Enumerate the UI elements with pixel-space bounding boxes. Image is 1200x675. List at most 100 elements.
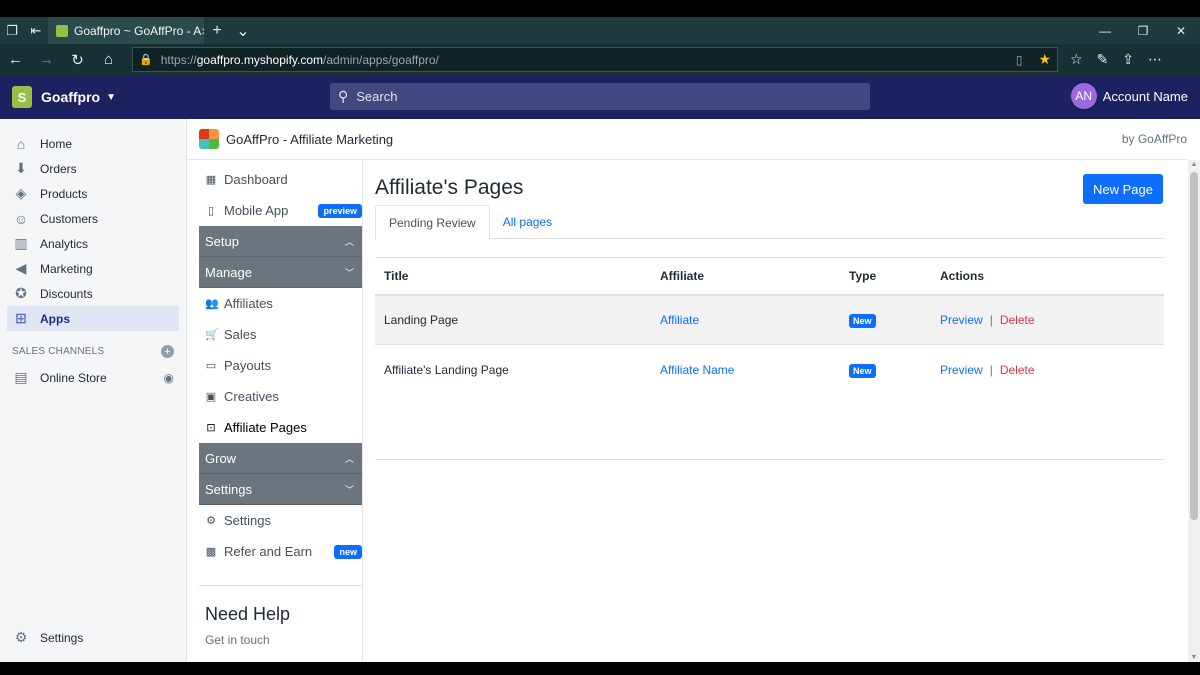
shopify-favicon-icon xyxy=(56,24,68,37)
reading-view-icon[interactable]: ▯ xyxy=(1016,53,1023,67)
affiliate-link[interactable]: Affiliate xyxy=(660,313,699,327)
main-content: Affiliate's Pages New Page Pending Revie… xyxy=(362,160,1188,662)
address-bar[interactable]: 🔒 https:// goaffpro.myshopify.com /admin… xyxy=(132,47,1058,72)
app-nav-payouts[interactable]: ▭ Payouts xyxy=(199,350,362,381)
new-page-button[interactable]: New Page xyxy=(1083,174,1163,204)
sidebar-item-marketing[interactable]: ◀ Marketing xyxy=(0,256,186,281)
scroll-up-icon[interactable]: ▲ xyxy=(1188,161,1200,168)
column-header-title: Title xyxy=(384,269,409,283)
favorites-list-icon[interactable]: ☆ xyxy=(1070,51,1083,68)
page-tabs: Pending Review All pages xyxy=(375,205,1164,240)
group-label: Settings xyxy=(205,481,252,497)
search-input[interactable]: ⚲ Search xyxy=(330,83,870,110)
app-nav-group-manage[interactable]: Manage ﹀ xyxy=(199,257,362,288)
tab-all-pages[interactable]: All pages xyxy=(490,205,565,239)
scrollbar-thumb[interactable] xyxy=(1190,172,1198,520)
browser-tab-strip: ❐ ⇤ Goaffpro ~ GoAffPro - A × + ⌄ — ❐ ✕ xyxy=(0,17,1200,44)
tab-pending-review[interactable]: Pending Review xyxy=(375,205,490,240)
app-nav-affiliate-pages[interactable]: ⊡ Affiliate Pages xyxy=(199,412,362,443)
delete-link[interactable]: Delete xyxy=(1000,363,1035,377)
delete-link[interactable]: Delete xyxy=(1000,313,1035,327)
home-browser-icon[interactable]: ⌂ xyxy=(93,51,124,68)
app-nav-affiliates[interactable]: 👥 Affiliates xyxy=(199,288,362,319)
set-aside-tabs-icon[interactable]: ⇤ xyxy=(24,17,48,44)
url-scheme: https:// xyxy=(160,52,197,67)
sidebar-item-label: Products xyxy=(40,186,88,201)
favorite-star-icon[interactable]: ★ xyxy=(1038,51,1051,68)
app-header-right-strip xyxy=(1188,119,1200,160)
add-channel-icon[interactable]: + xyxy=(161,345,174,358)
cart-icon: 🛒 xyxy=(205,329,219,341)
help-title: Need Help xyxy=(205,604,291,624)
forward-icon[interactable]: → xyxy=(31,51,62,68)
app-nav-group-grow[interactable]: Grow ︿ xyxy=(199,443,362,474)
app-nav-group-settings[interactable]: Settings ﹀ xyxy=(199,474,362,505)
pages-table: Title Affiliate Type Actions Landing Pag… xyxy=(375,257,1164,394)
sidebar-item-label: Settings xyxy=(40,630,84,645)
back-icon[interactable]: ← xyxy=(0,51,31,68)
chevron-down-icon: ﹀ xyxy=(344,484,354,495)
chevron-up-icon: ︿ xyxy=(344,236,354,247)
preview-link[interactable]: Preview xyxy=(940,313,983,327)
preview-link[interactable]: Preview xyxy=(940,363,983,377)
browser-tab[interactable]: Goaffpro ~ GoAffPro - A × xyxy=(48,17,204,44)
sidebar-item-apps[interactable]: ⊞ Apps xyxy=(7,306,179,331)
vertical-scrollbar[interactable]: ▲ ▼ xyxy=(1188,160,1200,662)
sidebar-item-home[interactable]: ⌂ Home xyxy=(0,131,186,156)
app-frame: GoAffPro - Affiliate Marketing by GoAffP… xyxy=(187,119,1188,662)
store-name[interactable]: Goaffpro xyxy=(41,89,100,105)
help-subtitle[interactable]: Get in touch xyxy=(205,633,356,647)
app-nav-settings[interactable]: ⚙ Settings xyxy=(199,505,362,536)
sales-channels-header: SALES CHANNELS + xyxy=(0,345,186,358)
group-label: Manage xyxy=(205,264,252,280)
tab-dropdown-chevron-icon[interactable]: ⌄ xyxy=(230,21,256,41)
sidebar-item-label: Home xyxy=(40,136,73,151)
sidebar-item-discounts[interactable]: ✪ Discounts xyxy=(0,281,186,306)
app-nav-group-setup[interactable]: Setup ︿ xyxy=(199,226,362,257)
shopify-bag-icon[interactable]: S xyxy=(12,86,32,108)
app-nav-label: Refer and Earn xyxy=(224,544,313,559)
app-nav-label: Creatives xyxy=(224,389,279,404)
sidebar-item-products[interactable]: ◈ Products xyxy=(0,181,186,206)
apps-icon: ⊞ xyxy=(15,310,27,326)
sidebar-item-analytics[interactable]: ▥ Analytics xyxy=(0,231,186,256)
sidebar-item-online-store[interactable]: ▤ Online Store ◉ xyxy=(0,365,186,390)
megaphone-icon: ◀ xyxy=(15,260,27,276)
home-icon: ⌂ xyxy=(16,135,26,152)
eye-icon[interactable]: ◉ xyxy=(164,371,174,385)
table-header-row: Title Affiliate Type Actions xyxy=(375,258,1164,296)
url-host: goaffpro.myshopify.com xyxy=(196,52,324,67)
app-nav-mobile-app[interactable]: ▯ Mobile App preview xyxy=(199,195,362,226)
more-icon[interactable]: ⋯ xyxy=(1148,51,1162,68)
close-window-icon[interactable]: ✕ xyxy=(1162,24,1200,38)
account-menu[interactable]: AN Account Name xyxy=(1070,83,1188,109)
sidebar-item-orders[interactable]: ⬇ Orders xyxy=(0,156,186,181)
tab-list-icon[interactable]: ❐ xyxy=(0,17,24,44)
image-icon: ▣ xyxy=(205,391,217,403)
app-nav-dashboard[interactable]: ▦ Dashboard xyxy=(199,164,362,195)
affiliate-link[interactable]: Affiliate Name xyxy=(660,363,734,377)
avatar: AN xyxy=(1070,83,1097,109)
app-nav-refer-and-earn[interactable]: ▩ Refer and Earn new xyxy=(199,536,362,567)
app-title: GoAffPro - Affiliate Marketing xyxy=(226,131,394,147)
app-nav-creatives[interactable]: ▣ Creatives xyxy=(199,381,362,412)
refresh-icon[interactable]: ↻ xyxy=(62,51,93,69)
column-header-actions: Actions xyxy=(940,269,985,283)
minimize-icon[interactable]: — xyxy=(1086,24,1124,38)
admin-sidebar: ⌂ Home ⬇ Orders ◈ Products ☺ Customers ▥ Anal… xyxy=(0,119,187,662)
pen-icon[interactable]: ✎ xyxy=(1097,51,1109,68)
url-path: /admin/apps/goaffpro/ xyxy=(323,52,439,67)
app-nav-label: Sales xyxy=(224,327,257,342)
new-tab-icon[interactable]: + xyxy=(204,22,230,40)
app-developer[interactable]: by GoAffPro xyxy=(1122,132,1187,146)
share-icon[interactable]: ⇪ xyxy=(1122,51,1134,68)
sidebar-item-settings[interactable]: ⚙ Settings xyxy=(0,625,186,650)
maximize-icon[interactable]: ❐ xyxy=(1124,24,1162,38)
gear-icon: ⚙ xyxy=(14,629,28,645)
scroll-down-icon[interactable]: ▼ xyxy=(1188,654,1200,661)
pages-icon: ⊡ xyxy=(206,422,216,434)
sidebar-item-customers[interactable]: ☺ Customers xyxy=(0,206,186,231)
store-caret-icon[interactable]: ▼ xyxy=(106,92,116,103)
search-placeholder: Search xyxy=(356,89,398,104)
app-nav-sales[interactable]: 🛒 Sales xyxy=(199,319,362,350)
